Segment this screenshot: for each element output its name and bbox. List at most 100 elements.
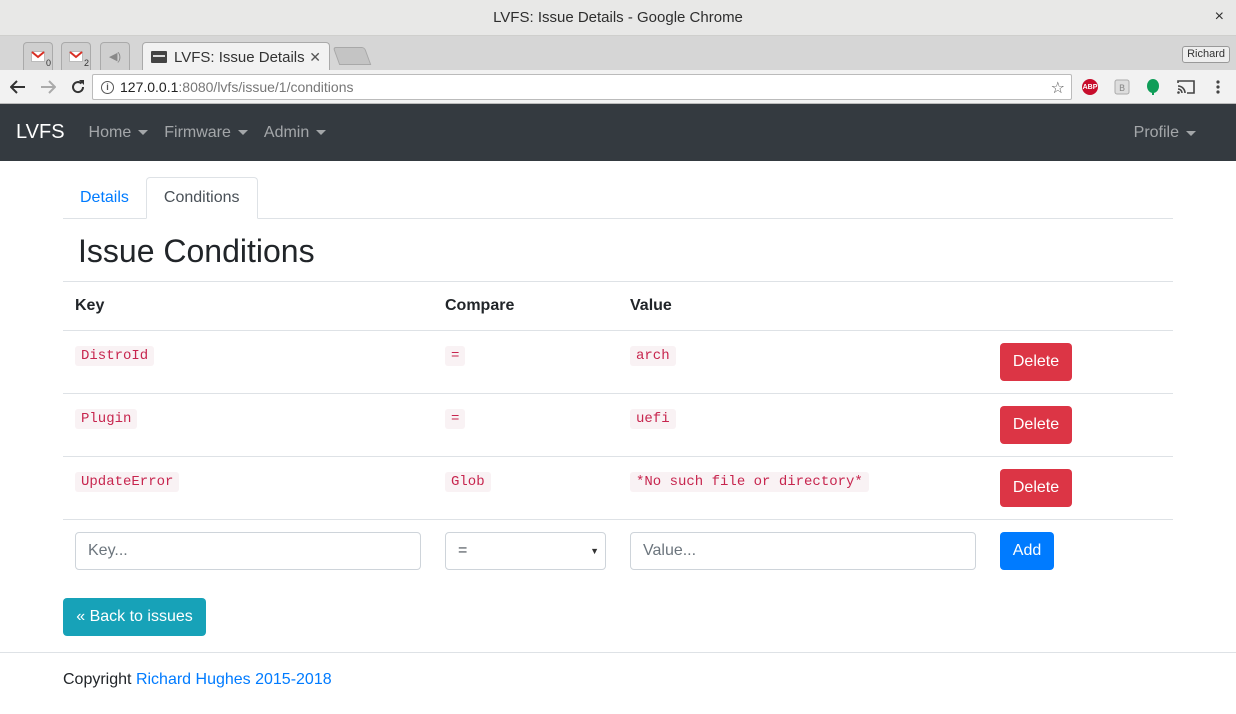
header-actions (988, 281, 1173, 331)
cast-icon[interactable] (1177, 79, 1195, 99)
dropdown-arrow-icon: ▼ (590, 546, 599, 557)
cell-compare-select: = ▼ (433, 519, 618, 583)
gmail-count: 2 (83, 58, 89, 68)
cell-action: Delete (988, 456, 1173, 520)
svg-text:B: B (1119, 84, 1125, 94)
url-host: 127.0.0.1 (120, 79, 179, 95)
header-value: Value (618, 281, 988, 331)
nav-profile-label: Profile (1133, 124, 1179, 141)
header-compare: Compare (433, 281, 618, 331)
condition-value: arch (630, 346, 676, 366)
table-header-row: Key Compare Value (63, 281, 1173, 331)
table-row: UpdateError Glob *No such file or direct… (63, 456, 1173, 520)
cell-compare: = (433, 393, 618, 457)
arrow-left-icon (10, 79, 25, 94)
menu-icon[interactable] (1216, 79, 1220, 100)
cell-value: *No such file or directory* (618, 456, 988, 520)
active-browser-tab[interactable]: LVFS: Issue Details ✕ (142, 42, 330, 71)
header-key: Key (63, 281, 433, 331)
bookmark-star-icon[interactable]: ☆ (1051, 78, 1065, 98)
browser-toolbar: i 127.0.0.1:8080/lvfs/issue/1/conditions… (0, 70, 1236, 104)
extension-icon[interactable]: B (1114, 79, 1130, 100)
pinned-tab-gmail-2[interactable]: 2 (61, 42, 91, 70)
site-navbar: LVFS Home Firmware Admin Profile (0, 104, 1236, 161)
caret-down-icon (316, 130, 327, 135)
window-titlebar: LVFS: Issue Details - Google Chrome × (0, 0, 1236, 36)
gmail-icon: 2 (69, 51, 89, 68)
nav-profile[interactable]: Profile (1134, 124, 1196, 142)
delete-button[interactable]: Delete (1000, 343, 1072, 381)
nav-firmware-label: Firmware (164, 123, 231, 141)
add-condition-row: Key... = ▼ Value... Add (63, 519, 1173, 583)
add-button[interactable]: Add (1000, 532, 1054, 571)
value-input[interactable]: Value... (630, 532, 976, 571)
cell-compare: = (433, 330, 618, 394)
profile-button[interactable]: Richard (1182, 46, 1230, 63)
table-row: DistroId = arch Delete (63, 330, 1173, 394)
reload-icon (72, 79, 85, 93)
key-input[interactable]: Key... (75, 532, 421, 571)
window-close-icon[interactable]: × (1215, 8, 1224, 26)
footer-author-link[interactable]: Richard Hughes 2015-2018 (136, 671, 332, 688)
forward-nav-button[interactable] (35, 74, 61, 100)
delete-button[interactable]: Delete (1000, 406, 1072, 444)
arrow-right-icon (41, 79, 56, 94)
page-title: Issue Conditions (78, 233, 315, 269)
condition-compare: Glob (445, 472, 491, 492)
reload-button[interactable] (65, 74, 91, 100)
abp-icon[interactable]: ABP (1082, 79, 1098, 95)
condition-value: uefi (630, 409, 676, 429)
table-row: Plugin = uefi Delete (63, 393, 1173, 457)
tab-details[interactable]: Details (63, 177, 146, 219)
cell-action: Delete (988, 393, 1173, 457)
new-tab-button[interactable] (332, 47, 372, 65)
caret-down-icon (1186, 130, 1196, 136)
caret-down-icon (237, 130, 248, 135)
cell-value: arch (618, 330, 988, 394)
tab-title: LVFS: Issue Details (174, 48, 305, 66)
favicon-icon (151, 51, 167, 63)
leaf-icon[interactable] (1146, 79, 1160, 100)
nav-home-label: Home (88, 123, 132, 141)
back-nav-button[interactable] (5, 74, 31, 100)
cell-value: uefi (618, 393, 988, 457)
cell-key: Plugin (63, 393, 433, 457)
speaker-icon: ◀) (108, 51, 122, 63)
browser-tabstrip: 0 2 ◀) LVFS: Issue Details ✕ Richard (0, 36, 1236, 71)
page-tabs: Details Conditions (63, 177, 1173, 219)
condition-compare: = (445, 409, 466, 429)
compare-select[interactable]: = ▼ (445, 532, 606, 571)
cell-key: UpdateError (63, 456, 433, 520)
gmail-count: 0 (45, 58, 51, 68)
tab-close-icon[interactable]: ✕ (309, 49, 321, 66)
condition-key: DistroId (75, 346, 155, 366)
info-icon[interactable]: i (101, 80, 114, 94)
compare-selected: = (458, 542, 468, 560)
footer-divider (0, 652, 1236, 653)
back-to-issues-button[interactable]: « Back to issues (63, 598, 206, 636)
cell-compare: Glob (433, 456, 618, 520)
condition-compare: = (445, 346, 466, 366)
nav-firmware[interactable]: Firmware (164, 124, 248, 142)
address-bar[interactable]: i 127.0.0.1:8080/lvfs/issue/1/conditions… (92, 74, 1072, 100)
nav-admin-label: Admin (263, 123, 310, 141)
condition-key: Plugin (75, 409, 138, 429)
nav-admin[interactable]: Admin (263, 123, 327, 142)
brand-logo[interactable]: LVFS (16, 121, 65, 144)
gmail-icon: 0 (31, 51, 51, 68)
cell-key-input: Key... (63, 519, 433, 583)
cell-key: DistroId (63, 330, 433, 394)
tab-conditions[interactable]: Conditions (145, 177, 258, 219)
cell-action: Delete (988, 330, 1173, 394)
pinned-tab-audio[interactable]: ◀) (100, 42, 130, 70)
conditions-table: Key Compare Value DistroId = arch Delete… (63, 281, 1173, 583)
footer-prefix: Copyright (63, 671, 132, 688)
cell-add: Add (988, 519, 1173, 583)
delete-button[interactable]: Delete (1000, 469, 1072, 507)
pinned-tab-gmail-1[interactable]: 0 (23, 42, 53, 70)
condition-key: UpdateError (75, 472, 180, 492)
caret-down-icon (138, 130, 149, 135)
condition-value: *No such file or directory* (630, 472, 869, 492)
nav-home[interactable]: Home (89, 124, 149, 142)
window-title: LVFS: Issue Details - Google Chrome (493, 9, 743, 26)
